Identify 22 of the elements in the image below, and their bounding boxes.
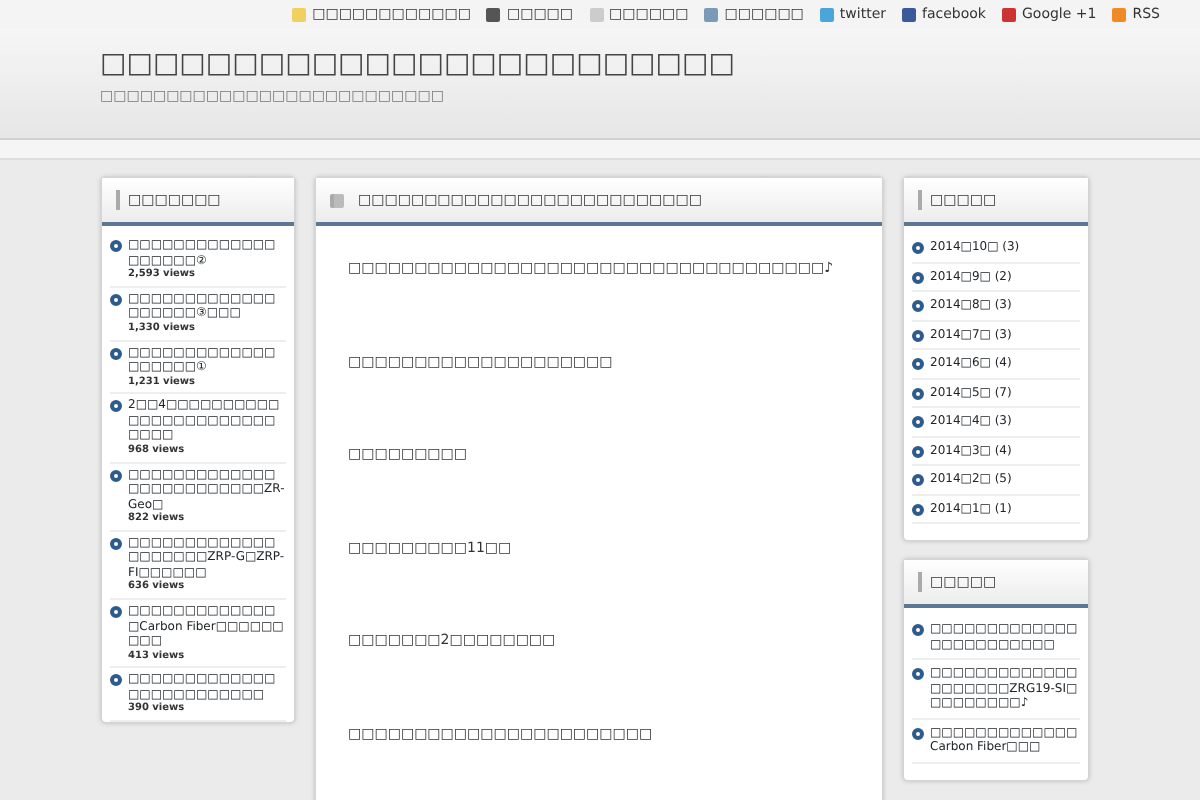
bullet-icon: [912, 416, 924, 428]
bullet-icon: [912, 624, 924, 636]
bullet-icon: [110, 400, 122, 413]
bullet-icon: [110, 469, 122, 481]
bullet-icon: [110, 293, 122, 306]
bullet-icon: [912, 329, 924, 341]
bullet-icon: [912, 474, 924, 486]
bullet-icon: [110, 606, 122, 618]
bullet-icon: [912, 271, 924, 283]
bullet-icon: [912, 358, 924, 370]
bullet-icon: [912, 503, 924, 515]
bullet-icon: [912, 445, 924, 457]
bullet-icon: [110, 347, 122, 359]
site-title[interactable]: □□□□□□□□□□□□□□□□□□□□□□□□: [100, 50, 1200, 81]
bullet-icon: [912, 668, 924, 680]
bullet-icon: [110, 537, 122, 550]
bullet-icon: [912, 242, 924, 254]
bullet-icon: [912, 387, 924, 399]
bullet-icon: [912, 727, 924, 739]
bullet-icon: [912, 300, 924, 312]
bullet-icon: [110, 674, 122, 687]
bullet-icon: [110, 240, 122, 252]
